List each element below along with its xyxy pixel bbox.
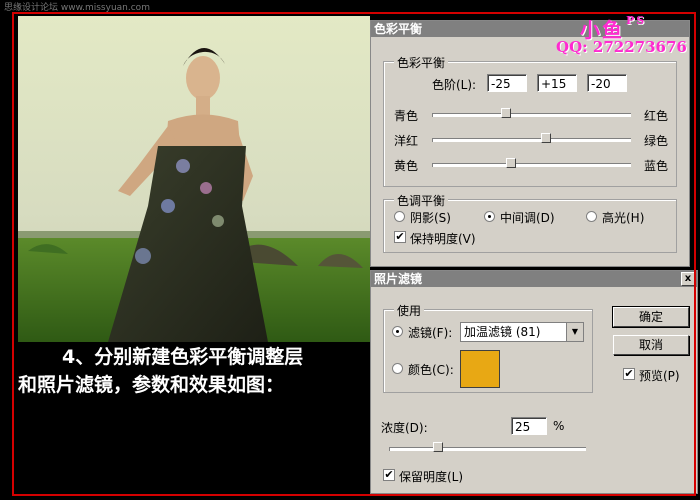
site-watermark: 思缘设计论坛 www.missyuan.com	[4, 3, 150, 13]
midtones-label[interactable]: 中间调(D)	[500, 209, 555, 226]
preserve-luminosity-label-2[interactable]: 保留明度(L)	[399, 468, 463, 485]
slider-label-red: 红色	[644, 109, 669, 123]
brand-watermark: 小鱼 PS QQ: 272273676	[556, 14, 687, 56]
slider-label-blue: 蓝色	[644, 159, 669, 173]
preview-label[interactable]: 预览(P)	[639, 367, 680, 384]
highlights-radio[interactable]	[586, 211, 597, 222]
level-cyan-red-field[interactable]: -25	[487, 74, 527, 92]
preserve-luminosity-label[interactable]: 保持明度(V)	[410, 230, 476, 247]
density-unit: %	[553, 419, 565, 433]
magenta-green-slider-knob[interactable]	[540, 133, 551, 143]
filter-radio[interactable]	[392, 326, 403, 337]
levels-label: 色阶(L):	[432, 78, 477, 92]
caption-line-1: 4、分别新建色彩平衡调整层	[62, 346, 304, 368]
slider-label-magenta: 洋红	[394, 134, 419, 148]
level-magenta-green-field[interactable]: +15	[537, 74, 577, 92]
magenta-green-slider-track[interactable]	[432, 138, 631, 142]
color-balance-title: 色彩平衡	[374, 22, 423, 36]
highlights-label[interactable]: 高光(H)	[602, 209, 644, 226]
caption-line-2: 和照片滤镜，参数和效果如图：	[18, 374, 285, 396]
tutorial-caption: 4、分别新建色彩平衡调整层 和照片滤镜，参数和效果如图：	[18, 342, 370, 492]
yellow-blue-slider-track[interactable]	[432, 163, 631, 167]
photo-filter-titlebar[interactable]: 照片滤镜 x	[371, 271, 697, 287]
filter-select-value: 加温滤镜 (81)	[464, 325, 541, 339]
preserve-luminosity-checkbox[interactable]: ✔	[394, 231, 406, 243]
close-icon[interactable]: x	[681, 272, 695, 286]
photo-filter-dialog: 照片滤镜 x 使用 滤镜(F): 加温滤镜 (81) ▼ 颜色(C): 确定 取…	[370, 270, 698, 494]
use-group-title: 使用	[394, 302, 425, 319]
chevron-down-icon[interactable]: ▼	[566, 323, 583, 341]
level-yellow-blue-field[interactable]: -20	[587, 74, 627, 92]
brand-qq: QQ: 272273676	[556, 38, 687, 56]
midtones-radio[interactable]	[484, 211, 495, 222]
color-balance-dialog: 色彩平衡 色彩平衡 色阶(L): -25 +15 -20 青色 红色 洋红 绿色…	[370, 20, 690, 267]
cancel-button[interactable]: 取消	[613, 335, 689, 355]
density-slider-track[interactable]	[389, 447, 586, 451]
preserve-luminosity-checkbox-2[interactable]: ✔	[383, 469, 395, 481]
slider-label-cyan: 青色	[394, 109, 419, 123]
color-radio-label[interactable]: 颜色(C):	[408, 361, 454, 378]
density-field[interactable]: 25	[511, 417, 547, 435]
color-radio[interactable]	[392, 363, 403, 374]
use-group: 使用 滤镜(F): 加温滤镜 (81) ▼ 颜色(C):	[383, 302, 593, 393]
density-slider-knob[interactable]	[433, 442, 443, 452]
tone-balance-group: 色调平衡 阴影(S) 中间调(D) 高光(H) ✔ 保持明度(V)	[383, 192, 677, 253]
tone-balance-group-title: 色调平衡	[394, 192, 449, 209]
density-label: 浓度(D):	[381, 421, 428, 435]
photo-filter-title: 照片滤镜	[374, 272, 423, 286]
filter-select[interactable]: 加温滤镜 (81) ▼	[460, 322, 584, 342]
filter-radio-label[interactable]: 滤镜(F):	[408, 324, 452, 341]
tutorial-photo	[18, 16, 370, 342]
slider-label-yellow: 黄色	[394, 159, 419, 173]
color-balance-group-title: 色彩平衡	[394, 54, 449, 71]
slider-label-green: 绿色	[644, 134, 669, 148]
cyan-red-slider-track[interactable]	[432, 113, 631, 117]
preview-checkbox[interactable]: ✔	[623, 368, 635, 380]
photo-image	[18, 16, 370, 342]
color-balance-group: 色彩平衡 色阶(L): -25 +15 -20 青色 红色 洋红 绿色 黄色 蓝…	[383, 54, 677, 187]
yellow-blue-slider-knob[interactable]	[506, 158, 517, 168]
ok-button[interactable]: 确定	[612, 306, 690, 328]
tutorial-frame: 思缘设计论坛 www.missyuan.com 4、分别新建色彩平衡调整层 和照…	[0, 0, 700, 500]
cyan-red-slider-knob[interactable]	[501, 108, 512, 118]
filter-color-swatch[interactable]	[460, 350, 500, 388]
shadows-label[interactable]: 阴影(S)	[410, 209, 451, 226]
shadows-radio[interactable]	[394, 211, 405, 222]
